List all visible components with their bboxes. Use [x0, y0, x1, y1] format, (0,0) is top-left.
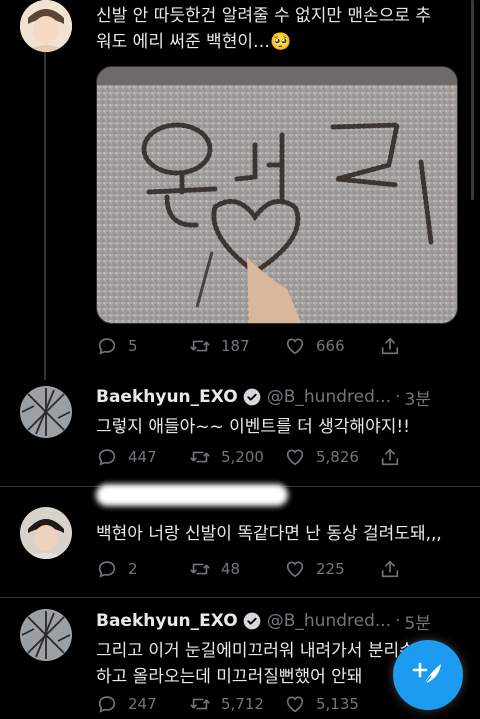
compose-icon	[412, 662, 441, 687]
retweet-count: 5,200	[221, 448, 264, 466]
reply-icon	[96, 446, 118, 468]
compose-button[interactable]	[393, 640, 463, 710]
tweet-image[interactable]	[96, 66, 458, 324]
reply-button[interactable]: 5	[96, 335, 191, 357]
like-count: 5,826	[316, 448, 359, 466]
retweet-button[interactable]: 48	[189, 558, 284, 580]
tweet-text-line: 신발 안 따듯한건 알려줄 수 없지만 맨손으로 추	[96, 6, 431, 26]
tweet-body: 백현아 너랑 신발이 똑같다면 난 동상 걸려도돼,,,	[96, 521, 466, 547]
redacted-name	[96, 484, 288, 506]
handle[interactable]: @B_hundred...	[267, 387, 391, 407]
retweet-count: 5,712	[221, 695, 264, 713]
like-icon	[284, 446, 306, 468]
like-button[interactable]: 5,826	[284, 446, 379, 468]
reply-button[interactable]: 447	[96, 446, 191, 468]
tweet-2[interactable]: Baekhyun_EXO @B_hundred... · 3분 그렇지 애들아~…	[0, 380, 480, 486]
tweet-1[interactable]: 신발 안 따듯한건 알려줄 수 없지만 맨손으로 추 워도 에리 써준 백현이……	[0, 0, 480, 380]
reply-button[interactable]: 247	[96, 693, 191, 715]
retweet-button[interactable]: 5,200	[189, 446, 284, 468]
retweet-icon	[189, 693, 211, 715]
reply-icon	[96, 335, 118, 357]
reply-button[interactable]: 2	[96, 558, 191, 580]
reply-count: 5	[128, 337, 138, 355]
avatar[interactable]	[20, 609, 72, 661]
tweet-text: 신발 안 따듯한건 알려줄 수 없지만 맨손으로 추 워도 에리 써준 백현이……	[96, 3, 466, 55]
like-button[interactable]: 666	[284, 335, 379, 357]
share-button[interactable]	[379, 558, 411, 580]
share-icon	[379, 558, 401, 580]
share-button[interactable]	[379, 446, 411, 468]
reply-count: 247	[128, 695, 157, 713]
like-count: 666	[316, 337, 345, 355]
like-count: 5,135	[316, 695, 359, 713]
retweet-icon	[189, 558, 211, 580]
tweet-header: Baekhyun_EXO @B_hundred... · 3분	[96, 385, 466, 410]
separator-dot: ·	[395, 387, 401, 407]
retweet-icon	[189, 335, 211, 357]
retweet-icon	[189, 446, 211, 468]
reply-count: 2	[128, 560, 138, 578]
like-icon	[284, 335, 306, 357]
tweet-actions: 2 48 225	[96, 557, 460, 581]
tweet-3[interactable]: 백현아 너랑 신발이 똑같다면 난 동상 걸려도돼,,, 2 48 225	[0, 484, 480, 597]
like-button[interactable]: 5,135	[284, 693, 379, 715]
avatar[interactable]	[20, 0, 72, 52]
tweet-body: Baekhyun_EXO @B_hundred... · 3분 그렇지 애들아~…	[96, 385, 466, 440]
retweet-count: 48	[221, 560, 241, 578]
verified-icon	[242, 611, 262, 631]
display-name[interactable]: Baekhyun_EXO	[96, 611, 238, 631]
thread-line	[44, 48, 46, 380]
tweet-header: Baekhyun_EXO @B_hundred... · 5분	[96, 609, 466, 634]
share-icon	[379, 335, 401, 357]
separator-dot: ·	[395, 611, 401, 631]
tweet-body: 신발 안 따듯한건 알려줄 수 없지만 맨손으로 추 워도 에리 써준 백현이……	[96, 3, 466, 55]
tweet-actions: 5 187 666	[96, 334, 460, 358]
tweet-text: 그렇지 애들아~~ 이벤트를 더 생각해야지!!	[96, 417, 410, 437]
timestamp[interactable]: 5분	[405, 609, 431, 634]
tweet-text-line: 워도 에리 써준 백현이…🥺	[96, 32, 292, 52]
verified-icon	[242, 387, 262, 407]
display-name[interactable]: Baekhyun_EXO	[96, 387, 238, 407]
like-icon	[284, 558, 306, 580]
tweet-actions: 447 5,200 5,826	[96, 445, 460, 469]
share-button[interactable]	[379, 335, 411, 357]
like-count: 225	[316, 560, 345, 578]
retweet-button[interactable]: 5,712	[189, 693, 284, 715]
reply-count: 447	[128, 448, 157, 466]
avatar[interactable]	[20, 386, 72, 438]
handle[interactable]: @B_hundred...	[267, 611, 391, 631]
reply-icon	[96, 693, 118, 715]
like-button[interactable]: 225	[284, 558, 379, 580]
timestamp[interactable]: 3분	[405, 385, 431, 410]
share-icon	[379, 446, 401, 468]
like-icon	[284, 693, 306, 715]
tweet-text: 백현아 너랑 신발이 똑같다면 난 동상 걸려도돼,,,	[96, 524, 442, 544]
avatar[interactable]	[20, 507, 72, 559]
reply-icon	[96, 558, 118, 580]
retweet-count: 187	[221, 337, 250, 355]
retweet-button[interactable]: 187	[189, 335, 284, 357]
